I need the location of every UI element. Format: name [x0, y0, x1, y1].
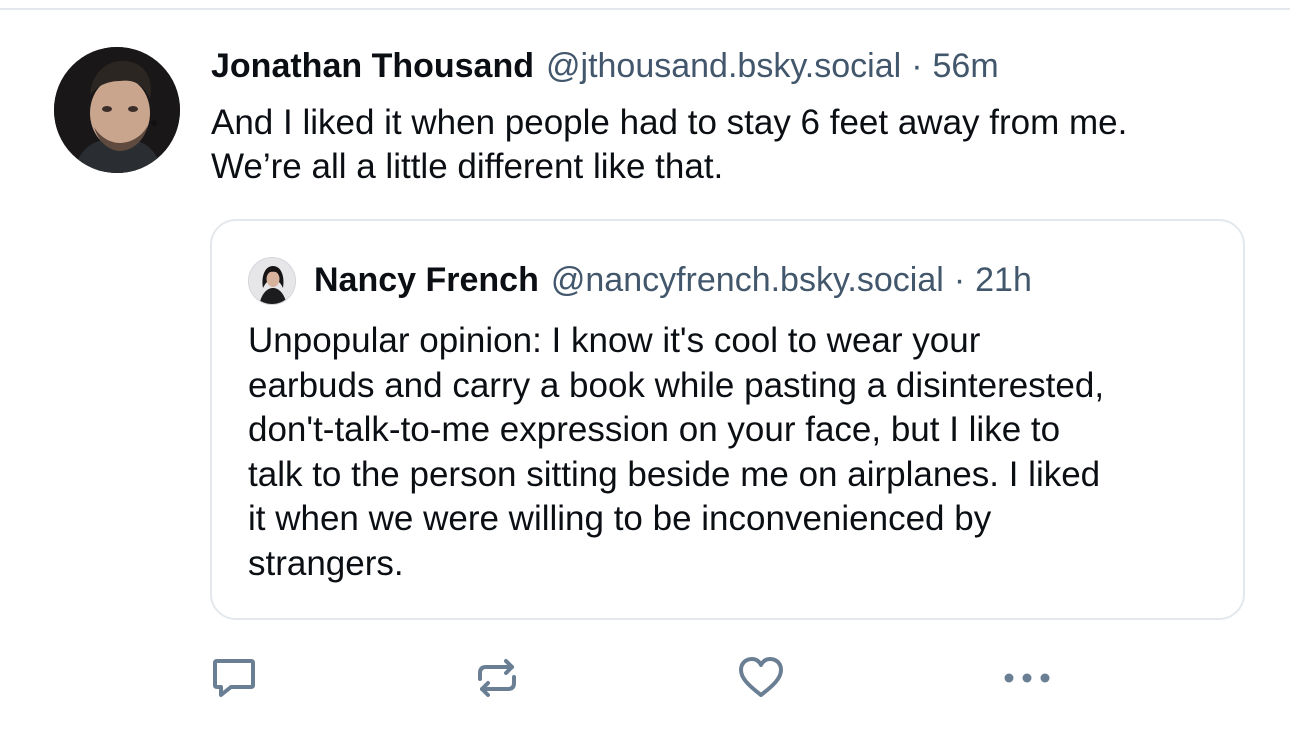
quote-header-separator: ·	[953, 261, 966, 299]
user-avatar-photo-icon	[249, 258, 295, 304]
author-avatar[interactable]	[54, 47, 180, 173]
post-header: Jonathan Thousand @jthousand.bsky.social…	[211, 44, 999, 88]
quote-text-line: don't-talk-to-me expression on your face…	[248, 410, 1061, 449]
author-handle[interactable]: @jthousand.bsky.social	[546, 44, 901, 88]
quote-header: Nancy French @nancyfrench.bsky.social · …	[314, 258, 1032, 302]
quote-body: Unpopular opinion: I know it's cool to w…	[248, 319, 1228, 586]
quote-timestamp[interactable]: 21h	[975, 258, 1032, 302]
like-button[interactable]	[733, 650, 789, 706]
user-avatar-photo-icon	[54, 47, 180, 173]
quote-author-avatar[interactable]	[248, 257, 296, 305]
comment-icon	[213, 659, 255, 697]
post-text-line: And I liked it when people had to stay 6…	[211, 103, 1128, 142]
repost-icon	[478, 659, 516, 697]
quote-text-line: Unpopular opinion: I know it's cool to w…	[248, 321, 981, 360]
post-divider	[0, 8, 1290, 10]
quote-text-line: strangers.	[248, 543, 404, 583]
quote-text-line: it when we were willing to be inconvenie…	[248, 499, 992, 538]
post-text-line: We’re all a little different like that.	[211, 147, 724, 186]
post-timestamp[interactable]: 56m	[933, 44, 999, 88]
more-options-icon	[1004, 673, 1050, 683]
more-options-button[interactable]	[999, 650, 1055, 706]
quote-author-display-name[interactable]: Nancy French	[314, 258, 539, 302]
author-display-name[interactable]: Jonathan Thousand	[211, 44, 534, 88]
feed-page: Jonathan Thousand @jthousand.bsky.social…	[0, 0, 1290, 743]
quoted-post-card[interactable]: Nancy French @nancyfrench.bsky.social · …	[210, 219, 1245, 620]
post-actions-bar	[0, 650, 1290, 706]
quote-author-handle[interactable]: @nancyfrench.bsky.social	[551, 258, 944, 302]
quote-text-line: earbuds and carry a book while pasting a…	[248, 365, 1105, 405]
heart-icon	[739, 657, 783, 697]
reply-button[interactable]	[206, 650, 262, 706]
repost-button[interactable]	[469, 650, 525, 706]
quote-text-line: talk to the person sitting beside me on …	[248, 454, 1101, 494]
post-body: And I liked it when people had to stay 6…	[211, 101, 1261, 189]
header-separator: ·	[911, 47, 923, 85]
